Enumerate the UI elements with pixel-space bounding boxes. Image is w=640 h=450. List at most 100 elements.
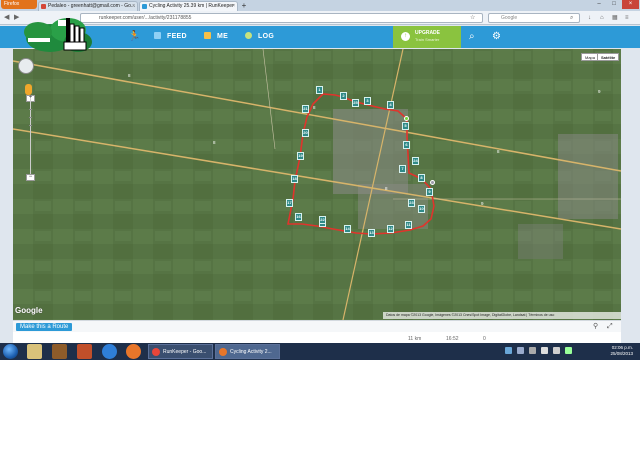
flag-icon[interactable]	[541, 347, 548, 354]
task-label: RunKeeper - Goo...	[163, 349, 207, 355]
route-waypoint[interactable]: 20	[302, 129, 309, 137]
new-tab-button[interactable]: +	[239, 1, 249, 10]
street-view-pegman-icon[interactable]	[25, 84, 32, 95]
route-end-marker[interactable]	[430, 180, 435, 185]
route-waypoint[interactable]: 18	[291, 175, 298, 183]
time-value: 16:52	[446, 336, 459, 342]
route-waypoint[interactable]: 22	[319, 216, 326, 224]
zoom-slider-track[interactable]	[30, 99, 31, 177]
close-icon[interactable]: ×	[132, 2, 135, 11]
upgrade-title: UPGRADE	[415, 30, 441, 36]
start-button[interactable]	[3, 344, 18, 359]
media-library-icon[interactable]	[52, 344, 67, 359]
upgrade-arrow-icon: ↑	[401, 32, 410, 41]
home-icon[interactable]: ⌂	[600, 13, 604, 23]
search-icon[interactable]: ⌕	[570, 13, 573, 23]
route-waypoint[interactable]: 7	[399, 165, 406, 173]
route-waypoint[interactable]: 1	[316, 86, 323, 94]
route-start-marker[interactable]	[404, 116, 409, 121]
windows-taskbar: RunKeeper - Goo... Cycling Activity 2...…	[0, 343, 640, 360]
make-route-button[interactable]: Make this a Route	[16, 323, 73, 331]
route-waypoint[interactable]: 4	[387, 101, 394, 109]
pixel-cloud-logo	[24, 18, 92, 52]
maximize-button[interactable]: □	[607, 0, 621, 9]
route-waypoint[interactable]: 2	[340, 92, 347, 100]
route-bar: Make this a Route ⚲ ⤢	[13, 320, 621, 332]
explorer-icon[interactable]	[27, 344, 42, 359]
tray-icon[interactable]	[529, 347, 536, 354]
close-icon[interactable]: ×	[232, 2, 235, 11]
tab-label: Cycling Activity 25.39 km | RunKeeper	[149, 3, 234, 9]
route-waypoint[interactable]: 6	[403, 141, 410, 149]
route-waypoint[interactable]: 8	[418, 174, 425, 182]
gmail-icon	[41, 4, 46, 9]
satellite-map[interactable]: 8 8 8 9 8 8 9 1 2 3 4 5 6 7 8 9 10 11 12…	[13, 49, 621, 320]
log-icon	[245, 32, 252, 39]
route-waypoint[interactable]: 16	[295, 213, 302, 221]
browser-window: Firefox Pedaleo - greenhatt@gmail.com - …	[0, 0, 640, 360]
zoom-out-button[interactable]: −	[26, 174, 35, 181]
route-waypoint[interactable]: 25	[352, 99, 359, 107]
internet-explorer-icon[interactable]	[102, 344, 117, 359]
close-window-button[interactable]: ×	[622, 0, 639, 9]
town-area	[558, 134, 618, 219]
route-waypoint[interactable]: 14	[344, 225, 351, 233]
taskbar-clock[interactable]: 02:06 p.m. 25/08/2013	[610, 345, 633, 357]
settings-gear-icon[interactable]: ⚙	[492, 31, 501, 43]
downloads-icon[interactable]: ↓	[588, 13, 591, 23]
media-player-icon[interactable]	[77, 344, 92, 359]
bike-icon: ⚲	[593, 323, 599, 330]
address-bar[interactable]: runkeeper.com/user/.../activity/23117885…	[80, 13, 483, 23]
tray-icon[interactable]	[517, 347, 524, 354]
tab-bar: Firefox Pedaleo - greenhatt@gmail.com - …	[0, 0, 640, 11]
route-waypoint[interactable]: 23	[408, 199, 415, 207]
minimize-button[interactable]: –	[592, 0, 606, 9]
nav-feed[interactable]: FEED	[154, 26, 187, 48]
battery-icon[interactable]	[565, 347, 572, 354]
nav-me[interactable]: ME	[204, 26, 228, 48]
town-area	[333, 109, 408, 194]
tab-gmail[interactable]: Pedaleo - greenhatt@gmail.com - Go... ×	[38, 1, 138, 11]
runner-logo-icon[interactable]: 🏃	[128, 31, 140, 43]
forward-icon[interactable]: ▶	[14, 13, 19, 23]
chrome-icon	[152, 348, 160, 356]
route-waypoint[interactable]: 10	[418, 205, 425, 213]
runkeeper-icon	[142, 4, 147, 9]
route-waypoint[interactable]: 9	[426, 188, 433, 196]
route-waypoint[interactable]: 13	[368, 229, 375, 237]
route-waypoint[interactable]: 5	[402, 122, 409, 130]
search-input[interactable]: Google	[488, 13, 580, 23]
addons-icon[interactable]: ▦	[612, 13, 618, 23]
map-attribution: Datos de mapa ©2013 Google, Imágenes ©20…	[383, 312, 621, 319]
tab-label: Pedaleo - greenhatt@gmail.com - Go...	[48, 3, 136, 9]
pan-control[interactable]	[18, 58, 34, 74]
upgrade-button[interactable]: ↑ UPGRADE Train Smarter	[393, 26, 461, 48]
route-waypoint[interactable]: 21	[302, 105, 309, 113]
menu-icon[interactable]: ≡	[625, 13, 629, 23]
back-icon[interactable]: ◀	[4, 13, 9, 23]
fullscreen-icon[interactable]: ⤢	[607, 322, 613, 332]
star-icon[interactable]: ☆	[470, 13, 475, 23]
upgrade-subtitle: Train Smarter	[415, 37, 440, 42]
taskbar-task[interactable]: Cycling Activity 2...	[215, 344, 280, 359]
firefox-menu-button[interactable]: Firefox	[1, 0, 37, 9]
route-waypoint[interactable]: 12	[387, 225, 394, 233]
route-waypoint[interactable]: 24	[412, 157, 419, 165]
taskbar-task[interactable]: RunKeeper - Goo...	[148, 344, 213, 359]
tab-runkeeper[interactable]: Cycling Activity 25.39 km | RunKeeper ×	[139, 1, 238, 11]
nav-feed-label: FEED	[167, 33, 187, 40]
route-waypoint[interactable]: 11	[405, 221, 412, 229]
feed-icon	[154, 32, 161, 39]
network-icon[interactable]	[505, 347, 512, 354]
route-waypoint[interactable]: 19	[297, 152, 304, 160]
firefox-icon	[219, 348, 227, 356]
search-icon[interactable]: ⌕	[469, 31, 475, 43]
route-waypoint[interactable]: 17	[286, 199, 293, 207]
town-area	[518, 224, 563, 259]
nav-log[interactable]: LOG	[245, 26, 274, 48]
count-value: 0	[483, 336, 486, 342]
route-waypoint[interactable]: 3	[364, 97, 371, 105]
firefox-icon[interactable]	[126, 344, 141, 359]
volume-icon[interactable]	[553, 347, 560, 354]
map-type-satellite[interactable]: Satélite	[597, 53, 620, 61]
